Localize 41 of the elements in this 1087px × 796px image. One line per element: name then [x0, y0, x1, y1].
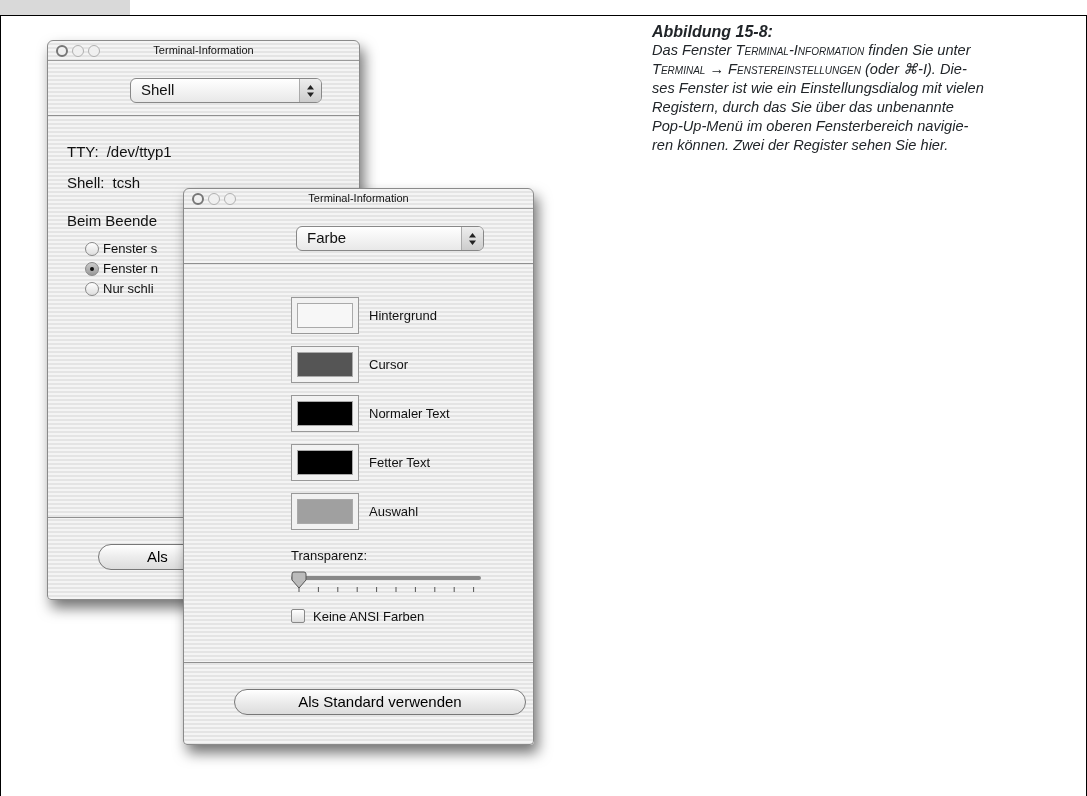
figure-title: Abbildung 15-8:: [652, 22, 774, 41]
color-label: Cursor: [369, 355, 408, 374]
field-value: /dev/ttyp1: [106, 142, 172, 162]
color-well[interactable]: [291, 297, 359, 334]
minimize-button[interactable]: [72, 44, 84, 57]
field-value: tcsh: [112, 172, 141, 193]
color-label: Auswahl: [369, 502, 419, 521]
field-label: Shell:: [67, 172, 105, 193]
popup-menu[interactable]: Shell: [130, 78, 322, 103]
color-well[interactable]: [291, 493, 359, 530]
color-label: Normaler Text: [369, 404, 450, 423]
color-well[interactable]: [291, 346, 359, 383]
radio-button[interactable]: [85, 261, 99, 276]
radio-label: Nur schli: [103, 279, 154, 298]
color-well[interactable]: [291, 444, 359, 481]
default-button[interactable]: Als Standard verwenden: [234, 689, 526, 715]
figure-caption: Das Fenster Terminal-Information finden Sie unter Terminal → Fenstereinstellungen (oder ⌘-I). Die- ses Fenster ist wie ein Einstellungsdialog mit vielen Registern, durch das Sie über das unbenannte Pop-Up-Menü im oberen Fensterbereich navigie- ren können. Zwei der Register sehen Sie hier.: [652, 41, 985, 155]
updown-arrows-icon: [469, 232, 476, 245]
minimize-button[interactable]: [208, 192, 220, 205]
zoom-button[interactable]: [224, 192, 236, 205]
zoom-button[interactable]: [88, 44, 100, 57]
radio-label: Fenster s: [103, 239, 158, 258]
popup-menu[interactable]: Farbe: [296, 226, 484, 251]
close-button[interactable]: [192, 192, 204, 205]
field-label: TTY:: [67, 142, 99, 162]
slider-label: Transparenz:: [291, 547, 369, 565]
group-label: Beim Beende: [67, 211, 159, 231]
slider-thumb[interactable]: [291, 570, 307, 589]
updown-arrows-icon: [307, 84, 314, 97]
window-title: Terminal-Information: [308, 192, 409, 205]
transparency-slider[interactable]: [291, 570, 481, 593]
color-label: Fetter Text: [369, 453, 431, 472]
checkbox-label: Keine ANSI Farben: [313, 607, 425, 626]
color-well[interactable]: [291, 395, 359, 432]
checkbox[interactable]: [291, 609, 305, 624]
radio-button[interactable]: [85, 241, 99, 256]
close-button[interactable]: [56, 44, 68, 57]
radio-label: Fenster n: [103, 259, 158, 278]
color-label: Hintergrund: [369, 306, 437, 325]
window-title: Terminal-Information: [153, 44, 254, 57]
radio-button[interactable]: [85, 281, 99, 296]
